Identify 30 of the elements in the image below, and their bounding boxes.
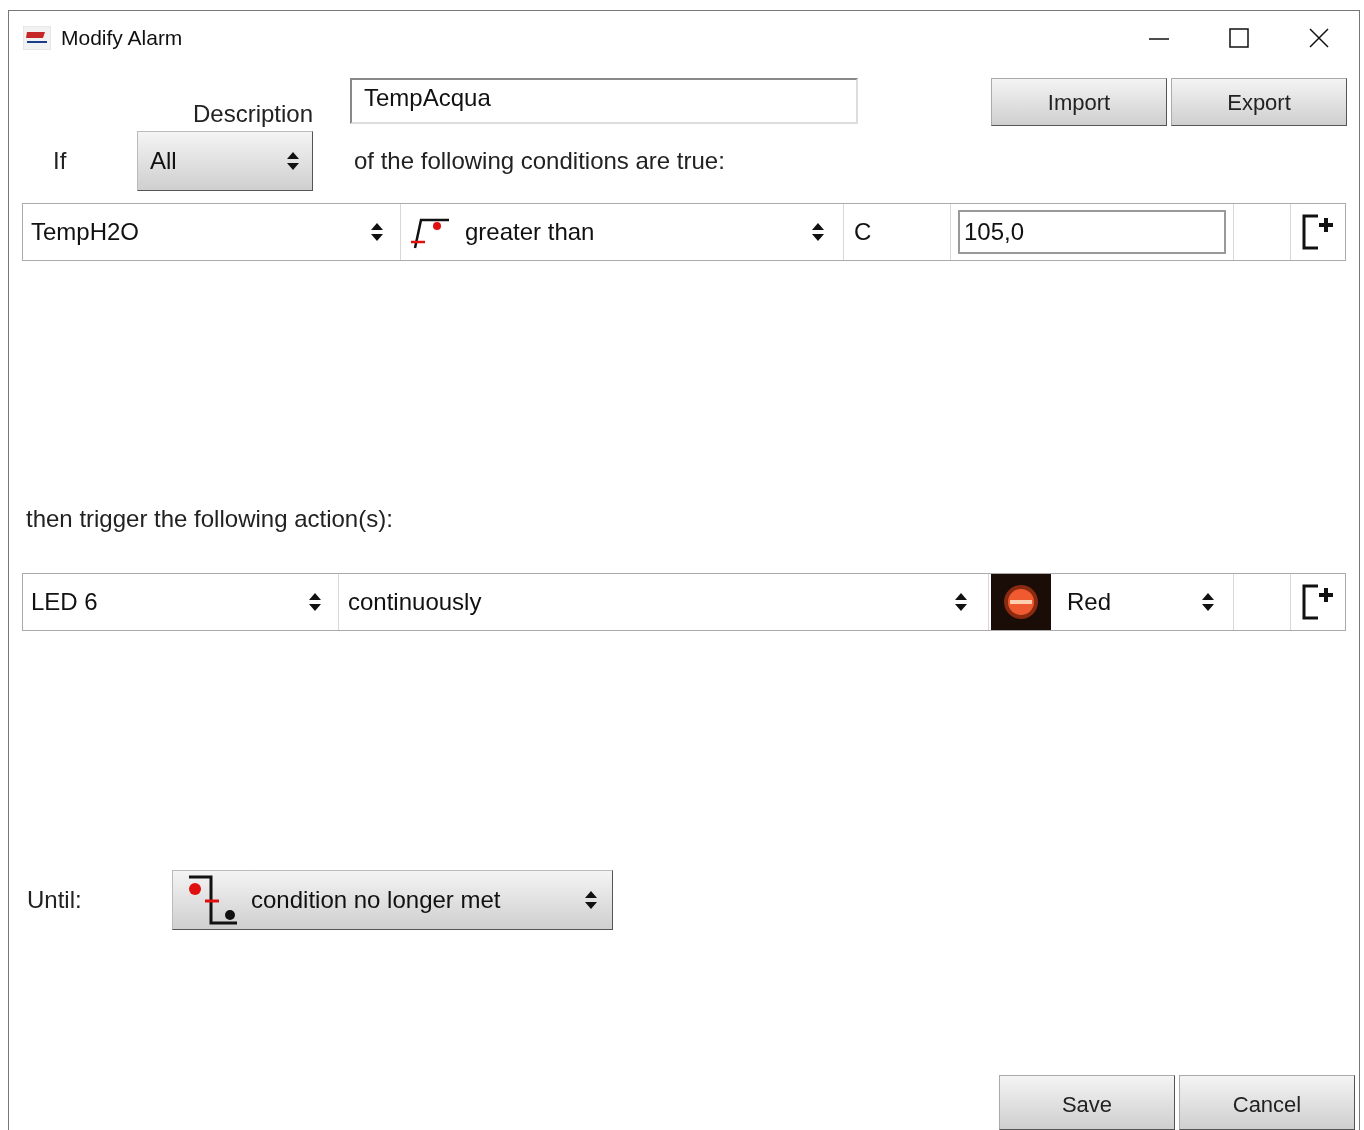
export-button[interactable]: Export (1171, 78, 1347, 126)
spinner-icon (954, 591, 968, 613)
spinner-icon (1201, 591, 1215, 613)
app-logo-icon (23, 26, 51, 50)
window-title: Modify Alarm (61, 25, 183, 52)
led-icon (991, 574, 1051, 630)
channel-dropdown[interactable]: TempH2O (23, 204, 401, 260)
import-button[interactable]: Import (991, 78, 1167, 126)
spinner-icon (584, 889, 598, 911)
until-dropdown[interactable]: condition no longer met (172, 870, 613, 930)
actions-heading: then trigger the following action(s): (26, 504, 393, 534)
save-button[interactable]: Save (999, 1075, 1175, 1130)
until-label: Until: (27, 885, 83, 915)
description-field[interactable]: TempAcqua (350, 78, 858, 124)
spinner-icon (811, 221, 825, 243)
operator-dropdown[interactable]: greater than (401, 204, 844, 260)
description-label: Description (192, 99, 313, 129)
unit-cell: C (844, 204, 951, 260)
if-label: If (53, 146, 68, 176)
output-dropdown[interactable]: LED 6 (23, 574, 339, 630)
cancel-button[interactable]: Cancel (1179, 1075, 1355, 1130)
match-dropdown[interactable]: All (137, 131, 313, 191)
led-color-dropdown[interactable]: Red (989, 574, 1234, 630)
threshold-field[interactable]: 105,0 (958, 210, 1226, 254)
conditions-heading: of the following conditions are true: (354, 146, 725, 176)
spinner-icon (308, 591, 322, 613)
mode-dropdown[interactable]: continuously (339, 574, 989, 630)
falling-edge-icon (187, 873, 239, 927)
spinner-icon (286, 150, 300, 172)
spinner-icon (370, 221, 384, 243)
